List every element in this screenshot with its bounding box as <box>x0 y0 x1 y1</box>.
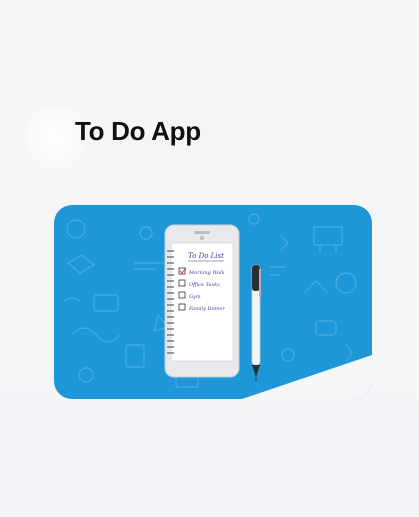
pen-illustration <box>251 264 261 381</box>
phone-illustration: To Do List Morning Walk Office Tasks Gym… <box>164 224 240 378</box>
hero-illustration: To Do List Morning Walk Office Tasks Gym… <box>63 213 372 399</box>
bottom-right-wave <box>242 355 372 399</box>
app-screen: To Do App To Do List Morning Walk Office… <box>0 0 419 517</box>
todo-item-2-label: Office Tasks <box>189 282 220 288</box>
todo-item-1-label: Morning Walk <box>188 270 225 276</box>
todo-item-4-label: Family Dinner <box>188 306 225 312</box>
hero-illustration-card: To Do List Morning Walk Office Tasks Gym… <box>54 205 372 399</box>
todo-list-title: To Do List <box>188 252 224 260</box>
todo-item-3-label: Gym <box>189 294 201 300</box>
page-title: To Do App <box>75 116 201 146</box>
